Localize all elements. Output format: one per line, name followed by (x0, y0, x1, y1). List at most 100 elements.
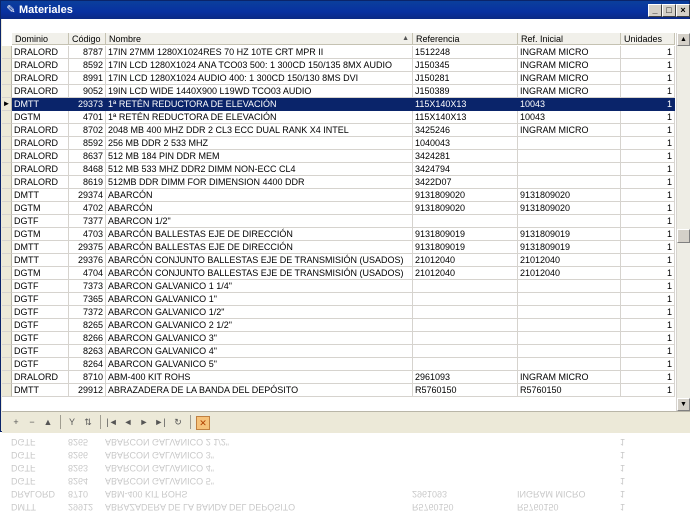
cell-referencia[interactable]: 21012040 (413, 254, 518, 267)
cell-unidades[interactable]: 1 (621, 189, 675, 202)
cell-unidades[interactable]: 1 (621, 306, 675, 319)
table-row[interactable]: DRALORD 9052 19IN LCD WIDE 1440X900 L19WD … (2, 85, 675, 98)
cell-unidades[interactable]: 1 (621, 319, 675, 332)
cell-codigo[interactable]: 8265 (69, 319, 106, 332)
cell-referencia[interactable]: 2961093 (413, 371, 518, 384)
cell-nombre[interactable]: ABARCON GALVANICO 4" (106, 345, 413, 358)
table-row[interactable]: DRALORD 8991 17IN LCD 1280X1024 AUDIO 400:… (2, 72, 675, 85)
cell-dominio[interactable]: DRALORD (12, 371, 69, 384)
cell-referencia[interactable]: 115X140X13 (413, 98, 518, 111)
cell-referencia[interactable]: 9131809019 (413, 228, 518, 241)
add-record-icon[interactable]: + (10, 416, 22, 428)
cell-nombre[interactable]: ABARCON GALVANICO 1" (106, 293, 413, 306)
cell-nombre[interactable]: 256 MB DDR 2 533 MHZ (106, 137, 413, 150)
cell-nombre[interactable]: ABARCÓN CONJUNTO BALLESTAS EJE DE TRANSM… (106, 267, 413, 280)
table-row[interactable]: DGTM 4702 ABARCÓN 9131809020 9131809020 1 (2, 202, 675, 215)
cell-dominio[interactable]: DGTF (12, 358, 69, 371)
cell-ref-inicial[interactable] (518, 163, 621, 176)
cell-codigo[interactable]: 29375 (69, 241, 106, 254)
cancel-icon[interactable]: ✕ (196, 416, 210, 430)
cell-ref-inicial[interactable] (518, 215, 621, 228)
table-row[interactable]: DGTF 7377 ABARCON 1/2" 1 (2, 215, 675, 228)
table-row[interactable]: DGTF 8263 ABARCON GALVANICO 4" 1 (2, 345, 675, 358)
row-indicator[interactable] (2, 371, 12, 384)
table-row[interactable]: DRALORD 8468 512 MB 533 MHZ DDR2 DIMM NON-… (2, 163, 675, 176)
scroll-thumb[interactable] (677, 229, 690, 243)
cell-codigo[interactable]: 4702 (69, 202, 106, 215)
cell-unidades[interactable]: 1 (621, 293, 675, 306)
cell-dominio[interactable]: DMTT (12, 241, 69, 254)
cell-ref-inicial[interactable]: INGRAM MICRO (518, 72, 621, 85)
cell-referencia[interactable]: 115X140X13 (413, 111, 518, 124)
table-row[interactable]: DRALORD 8637 512 MB 184 PIN DDR MEM 3424281… (2, 150, 675, 163)
cell-nombre[interactable]: ABARCÓN (106, 202, 413, 215)
cell-codigo[interactable]: 7377 (69, 215, 106, 228)
cell-referencia[interactable]: J150389 (413, 85, 518, 98)
cell-ref-inicial[interactable] (518, 280, 621, 293)
cell-referencia[interactable]: 3424794 (413, 163, 518, 176)
row-indicator[interactable] (2, 137, 12, 150)
cell-codigo[interactable]: 29374 (69, 189, 106, 202)
cell-dominio[interactable]: DMTT (12, 98, 69, 111)
cell-nombre[interactable]: 17IN 27MM 1280X1024RES 70 HZ 10TE CRT MP… (106, 46, 413, 59)
column-header-codigo[interactable]: Código (69, 33, 106, 45)
cell-referencia[interactable]: 9131809019 (413, 241, 518, 254)
cell-codigo[interactable]: 8592 (69, 59, 106, 72)
cell-nombre[interactable]: ABARCÓN CONJUNTO BALLESTAS EJE DE TRANSM… (106, 254, 413, 267)
cell-dominio[interactable]: DGTF (12, 215, 69, 228)
row-indicator[interactable] (2, 358, 12, 371)
table-row[interactable]: DMTT 29376 ABARCÓN CONJUNTO BALLESTAS EJE … (2, 254, 675, 267)
row-indicator[interactable] (2, 345, 12, 358)
cell-unidades[interactable]: 1 (621, 124, 675, 137)
cell-ref-inicial[interactable] (518, 176, 621, 189)
filter-icon[interactable]: Y (66, 416, 78, 428)
cell-unidades[interactable]: 1 (621, 332, 675, 345)
cell-referencia[interactable]: R5760150 (413, 384, 518, 397)
row-indicator[interactable] (2, 254, 12, 267)
cell-unidades[interactable]: 1 (621, 163, 675, 176)
cell-referencia[interactable] (413, 215, 518, 228)
cell-referencia[interactable]: 3425246 (413, 124, 518, 137)
table-row[interactable]: DRALORD 8702 2048 MB 400 MHZ DDR 2 CL3 ECC… (2, 124, 675, 137)
cell-dominio[interactable]: DRALORD (12, 72, 69, 85)
table-row[interactable]: DGTF 7372 ABARCON GALVANICO 1/2" 1 (2, 306, 675, 319)
cell-referencia[interactable]: 9131809020 (413, 202, 518, 215)
cell-codigo[interactable]: 8263 (69, 345, 106, 358)
cell-unidades[interactable]: 1 (621, 345, 675, 358)
cell-referencia[interactable] (413, 306, 518, 319)
column-header-ref-inicial[interactable]: Ref. Inicial (518, 33, 621, 45)
cell-ref-inicial[interactable] (518, 358, 621, 371)
cell-ref-inicial[interactable]: 9131809020 (518, 189, 621, 202)
cell-ref-inicial[interactable] (518, 345, 621, 358)
cell-nombre[interactable]: 512MB DDR DIMM FOR DIMENSION 4400 DDR (106, 176, 413, 189)
cell-unidades[interactable]: 1 (621, 150, 675, 163)
cell-dominio[interactable]: DMTT (12, 189, 69, 202)
table-row[interactable]: DRALORD 8592 256 MB DDR 2 533 MHZ 1040043 1 (2, 137, 675, 150)
cell-dominio[interactable]: DRALORD (12, 85, 69, 98)
first-record-icon[interactable]: |◄ (106, 416, 118, 428)
cell-nombre[interactable]: ABARCON 1/2" (106, 215, 413, 228)
close-button[interactable]: × (676, 4, 690, 17)
cell-ref-inicial[interactable]: 21012040 (518, 254, 621, 267)
cell-codigo[interactable]: 7373 (69, 280, 106, 293)
cell-nombre[interactable]: 17IN LCD 1280X1024 AUDIO 400: 1 300CD 15… (106, 72, 413, 85)
row-indicator[interactable] (2, 228, 12, 241)
cell-referencia[interactable]: 21012040 (413, 267, 518, 280)
table-row[interactable]: DRALORD 8787 17IN 27MM 1280X1024RES 70 HZ … (2, 46, 675, 59)
cell-dominio[interactable]: DGTF (12, 319, 69, 332)
cell-referencia[interactable] (413, 293, 518, 306)
cell-codigo[interactable]: 8637 (69, 150, 106, 163)
cell-nombre[interactable]: ABARCON GALVANICO 1/2" (106, 306, 413, 319)
cell-unidades[interactable]: 1 (621, 59, 675, 72)
row-indicator[interactable] (2, 267, 12, 280)
edit-record-icon[interactable]: ▲ (42, 416, 54, 428)
cell-referencia[interactable]: 1512248 (413, 46, 518, 59)
row-indicator[interactable] (2, 124, 12, 137)
cell-referencia[interactable] (413, 332, 518, 345)
table-row[interactable]: DGTM 4704 ABARCÓN CONJUNTO BALLESTAS EJE D… (2, 267, 675, 280)
cell-ref-inicial[interactable]: 9131809019 (518, 241, 621, 254)
row-indicator[interactable] (2, 85, 12, 98)
row-indicator[interactable] (2, 111, 12, 124)
cell-dominio[interactable]: DRALORD (12, 59, 69, 72)
cell-dominio[interactable]: DMTT (12, 384, 69, 397)
